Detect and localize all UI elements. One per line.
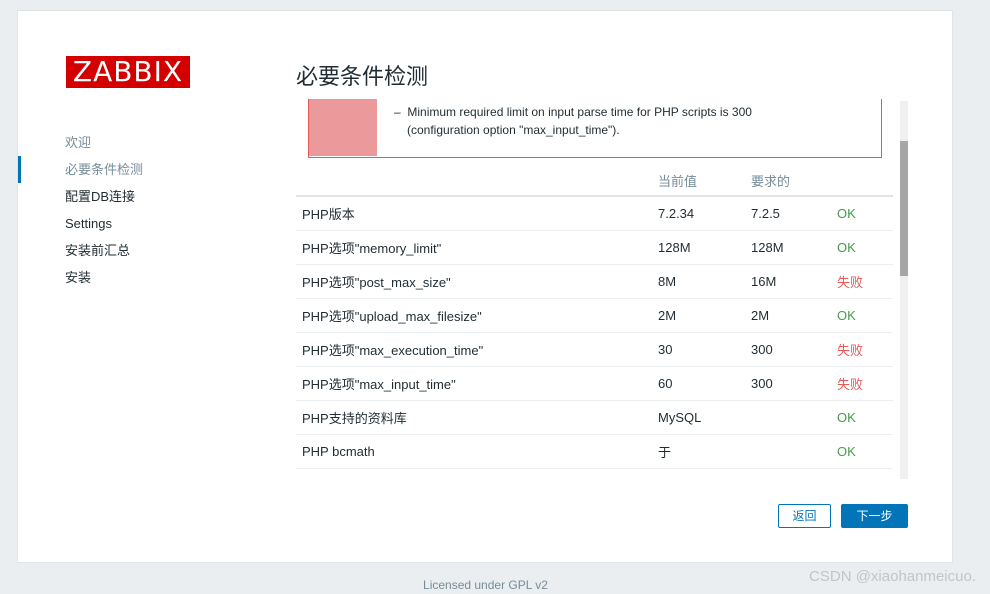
row-required: 128M (745, 230, 831, 265)
header-required: 要求的 (745, 165, 831, 197)
step-db-connection: 配置DB连接 (65, 189, 136, 204)
table-row: PHP选项"memory_limit" 128M 128M OK (296, 230, 893, 265)
row-current: 于 (652, 434, 745, 469)
row-required: 7.2.5 (745, 196, 831, 231)
table-row: PHP选项"max_input_time" 60 300 失败 (296, 366, 893, 401)
row-current: 128M (652, 230, 745, 265)
row-name: PHP bcmath (296, 434, 652, 469)
row-current: 30 (652, 332, 745, 367)
table-row: PHP选项"max_execution_time" 30 300 失败 (296, 332, 893, 367)
warning-line-1: Minimum required limit on input parse ti… (407, 105, 752, 119)
prerequisites-scroll-area[interactable]: – Minimum required limit on input parse … (296, 99, 905, 479)
row-required (745, 434, 831, 469)
row-status: 失败 (831, 264, 893, 299)
table-header-row: 当前值 要求的 (296, 165, 893, 197)
page-title: 必要条件检测 (296, 64, 429, 89)
warning-line-2: (configuration option "max_input_time"). (407, 123, 620, 137)
header-current-value: 当前值 (652, 165, 745, 197)
next-step-button[interactable]: 下一步 (841, 504, 908, 528)
step-install: 安装 (65, 270, 92, 285)
table-row: PHP bcmath 于 OK (296, 434, 893, 469)
row-required: 300 (745, 366, 831, 401)
table-row: PHP选项"post_max_size" 8M 16M 失败 (296, 264, 893, 299)
warning-message-box: – Minimum required limit on input parse … (308, 99, 882, 158)
prerequisites-table: 当前值 要求的 PHP版本 7.2.34 7.2.5 OK PHP选项"memo… (296, 165, 893, 479)
zabbix-logo: ZABBIX (66, 56, 190, 88)
header-status (831, 165, 893, 197)
row-name: PHP mbstring (296, 468, 652, 479)
row-name: PHP选项"post_max_size" (296, 264, 652, 299)
row-name: PHP选项"max_input_time" (296, 366, 652, 401)
table-row: PHP mbstring 于 OK (296, 468, 893, 479)
table-row: PHP选项"upload_max_filesize" 2M 2M OK (296, 298, 893, 333)
table-row: PHP支持的资料库 MySQL OK (296, 400, 893, 435)
row-name: PHP选项"upload_max_filesize" (296, 298, 652, 333)
row-status: OK (831, 468, 893, 479)
step-pre-install-summary: 安装前汇总 (65, 243, 131, 258)
row-name: PHP选项"max_execution_time" (296, 332, 652, 367)
row-required (745, 400, 831, 435)
row-required: 300 (745, 332, 831, 367)
row-name: PHP版本 (296, 196, 652, 231)
scrollbar-thumb[interactable] (900, 141, 908, 276)
row-current: MySQL (652, 400, 745, 435)
row-status: OK (831, 230, 893, 265)
row-current: 2M (652, 298, 745, 333)
row-status: OK (831, 298, 893, 333)
back-button[interactable]: 返回 (778, 504, 831, 528)
row-status: OK (831, 400, 893, 435)
warning-text: – Minimum required limit on input parse … (394, 103, 874, 139)
row-name: PHP支持的资料库 (296, 400, 652, 435)
row-current: 8M (652, 264, 745, 299)
table-row: PHP版本 7.2.34 7.2.5 OK (296, 196, 893, 231)
row-status: 失败 (831, 366, 893, 401)
step-prerequisites: 必要条件检测 (18, 156, 278, 183)
row-current: 于 (652, 468, 745, 479)
step-welcome: 欢迎 (65, 135, 92, 150)
row-required (745, 468, 831, 479)
csdn-watermark: CSDN @xiaohanmeicuo. (809, 568, 976, 585)
setup-steps-nav: 欢迎 必要条件检测 配置DB连接 Settings 安装前汇总 安装 (18, 129, 278, 291)
row-required: 16M (745, 264, 831, 299)
row-status: OK (831, 196, 893, 231)
vertical-scrollbar[interactable] (900, 101, 908, 479)
setup-card: ZABBIX 欢迎 必要条件检测 配置DB连接 Settings 安装前汇总 安… (17, 10, 953, 563)
row-current: 60 (652, 366, 745, 401)
header-name (296, 165, 652, 197)
row-required: 2M (745, 298, 831, 333)
step-settings: Settings (65, 216, 112, 231)
warning-icon (309, 99, 377, 156)
row-status: OK (831, 434, 893, 469)
row-current: 7.2.34 (652, 196, 745, 231)
row-status: 失败 (831, 332, 893, 367)
row-name: PHP选项"memory_limit" (296, 230, 652, 265)
warning-bullet: – (394, 105, 401, 119)
